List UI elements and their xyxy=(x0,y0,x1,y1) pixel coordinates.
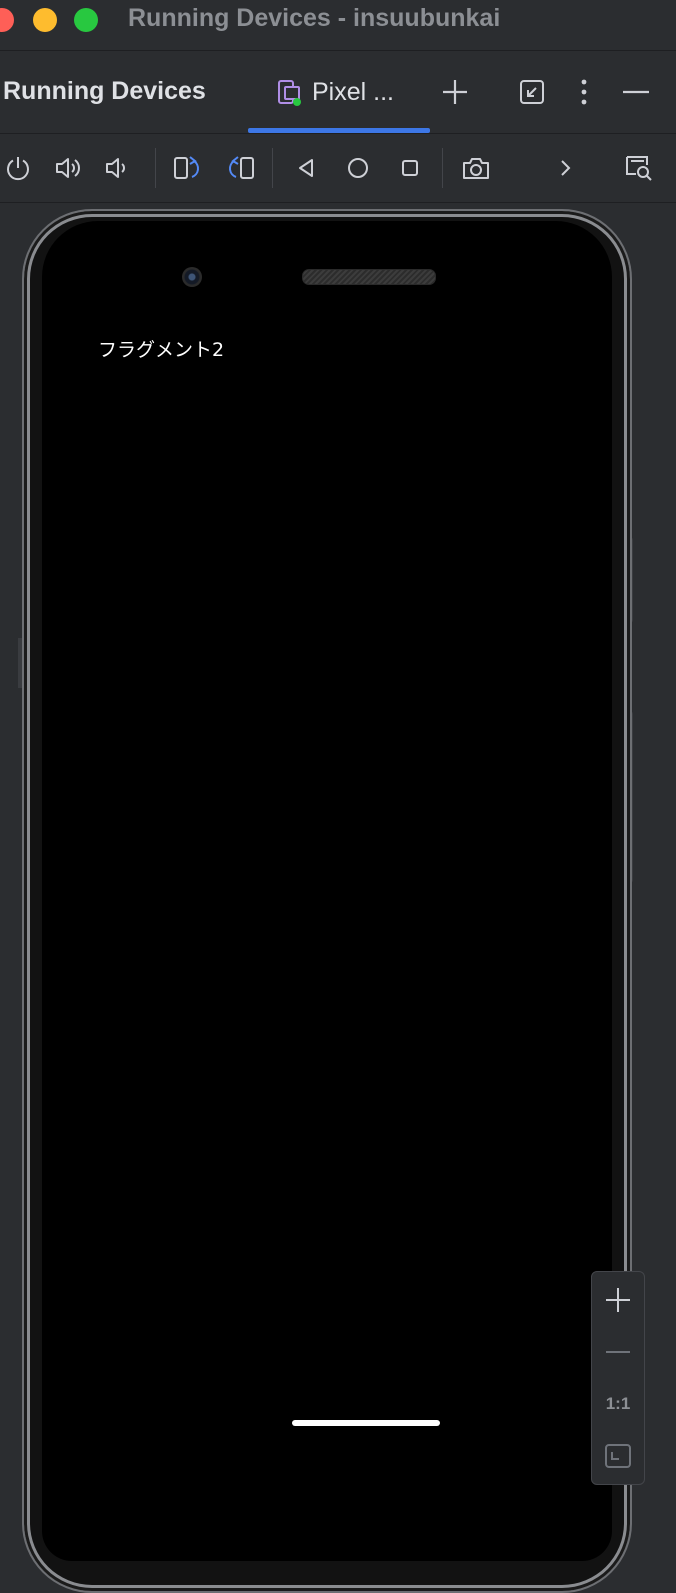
camera-icon xyxy=(461,154,491,182)
device-toolbar xyxy=(0,134,676,203)
device-tab-label: Pixel ... xyxy=(312,78,394,106)
tab-device-pixel[interactable]: Pixel ... xyxy=(248,51,430,133)
power-icon xyxy=(4,154,32,182)
zoom-in-icon xyxy=(604,1286,632,1314)
back-button[interactable] xyxy=(289,151,323,185)
tool-window-header: Running Devices Pixel ... xyxy=(0,51,676,134)
gesture-home-bar[interactable] xyxy=(292,1420,440,1426)
fit-screen-button[interactable] xyxy=(592,1430,644,1482)
minimize-icon xyxy=(621,89,651,95)
rotate-right-icon xyxy=(224,153,256,183)
active-tab-indicator xyxy=(248,128,430,133)
window-title: Running Devices - insuubunkai xyxy=(128,4,501,32)
overview-button[interactable] xyxy=(393,151,427,185)
actual-size-label: 1:1 xyxy=(605,1394,631,1413)
restore-icon xyxy=(518,78,546,106)
more-toolbar-actions-button[interactable] xyxy=(548,151,582,185)
hide-tool-window-button[interactable] xyxy=(619,75,653,109)
close-window-button[interactable] xyxy=(0,8,14,32)
screen-search-icon xyxy=(622,153,654,183)
toolbar-separator xyxy=(155,148,156,188)
toolbar-separator xyxy=(442,148,443,188)
overview-icon xyxy=(398,156,422,180)
minimize-window-button[interactable] xyxy=(33,8,57,32)
volume-down-icon xyxy=(104,154,132,182)
front-camera-icon xyxy=(182,267,202,287)
volume-up-button[interactable] xyxy=(52,151,86,185)
rotate-left-icon xyxy=(172,153,204,183)
zoom-controls: 1:1 xyxy=(591,1271,645,1485)
zoom-out-button[interactable] xyxy=(592,1326,644,1378)
chevron-right-icon xyxy=(555,156,575,180)
actual-size-button[interactable]: 1:1 xyxy=(592,1378,644,1430)
layout-inspector-button[interactable] xyxy=(621,151,655,185)
tool-window-title: Running Devices xyxy=(3,77,206,105)
add-device-button[interactable] xyxy=(438,75,472,109)
restore-window-button[interactable] xyxy=(515,75,549,109)
volume-down-button[interactable] xyxy=(101,151,135,185)
zoom-out-icon xyxy=(604,1349,632,1355)
home-button[interactable] xyxy=(341,151,375,185)
fit-screen-icon xyxy=(604,1442,632,1470)
more-icon xyxy=(579,78,589,106)
device-screen[interactable]: フラグメント2 xyxy=(42,221,612,1561)
rotate-left-button[interactable] xyxy=(171,151,205,185)
power-button[interactable] xyxy=(1,151,35,185)
add-icon xyxy=(440,77,470,107)
toolbar-separator xyxy=(272,148,273,188)
screenshot-button[interactable] xyxy=(459,151,493,185)
rotate-right-button[interactable] xyxy=(223,151,257,185)
home-icon xyxy=(346,156,370,180)
more-options-button[interactable] xyxy=(567,75,601,109)
device-status-icon xyxy=(276,79,302,107)
zoom-window-button[interactable] xyxy=(74,8,98,32)
earpiece-speaker xyxy=(302,269,436,285)
app-fragment-text: フラグメント2 xyxy=(98,339,225,361)
zoom-in-button[interactable] xyxy=(592,1274,644,1326)
window-titlebar: Running Devices - insuubunkai xyxy=(0,0,676,51)
volume-up-icon xyxy=(54,154,84,182)
back-icon xyxy=(294,156,318,180)
device-display-area: フラグメント2 1:1 xyxy=(0,203,676,1593)
